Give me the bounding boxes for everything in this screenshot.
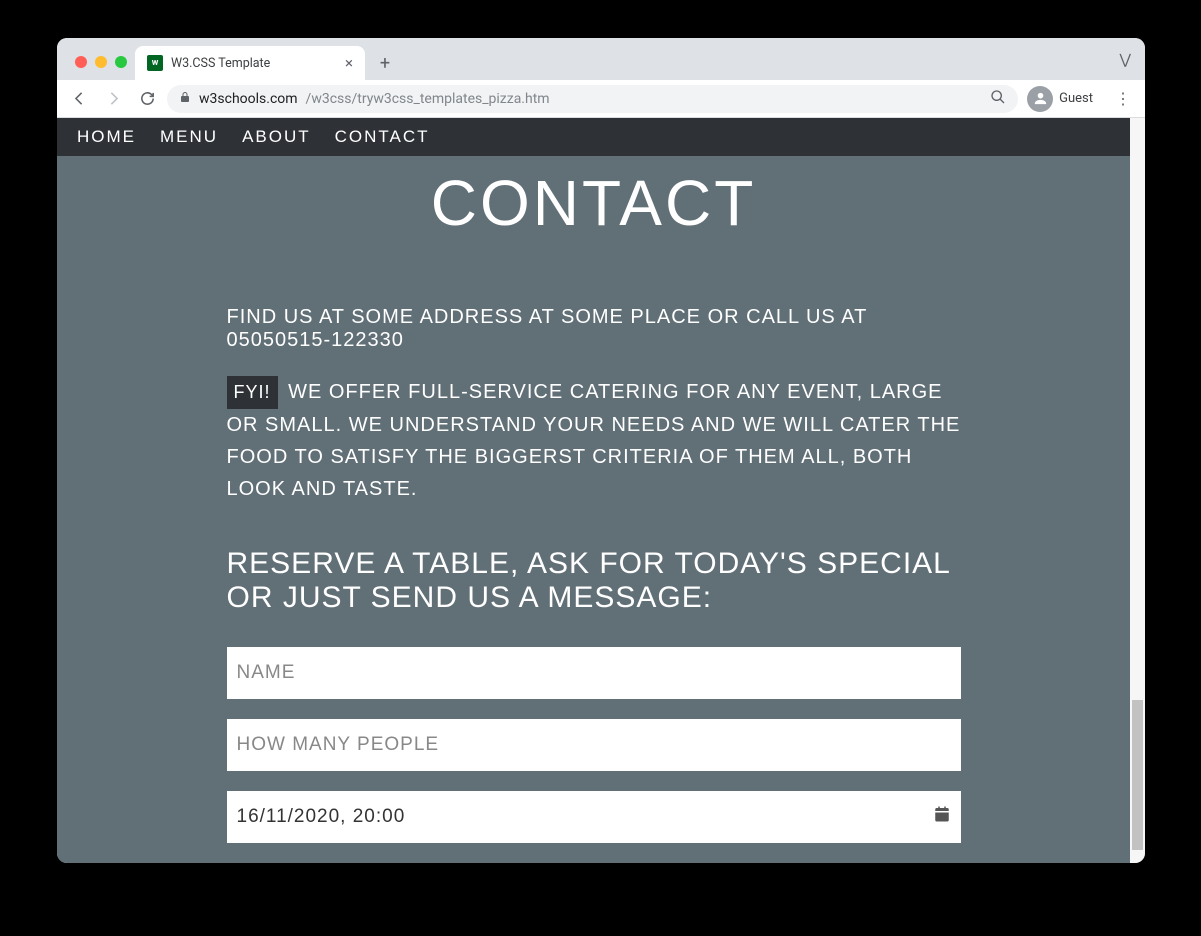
profile-label: Guest (1059, 91, 1093, 106)
avatar-icon (1027, 86, 1053, 112)
window-controls (69, 56, 135, 80)
profile-button[interactable]: Guest (1024, 84, 1103, 114)
browser-menu-button[interactable]: ⋮ (1109, 85, 1137, 113)
nav-about[interactable]: ABOUT (230, 127, 323, 147)
nav-menu[interactable]: MENU (148, 127, 230, 147)
minimize-window-button[interactable] (95, 56, 107, 68)
contact-info-text: Find us at some address at some place or… (227, 306, 961, 352)
url-host: w3schools.com (199, 91, 298, 107)
reserve-heading: Reserve a table, ask for today's special… (227, 547, 961, 615)
browser-window: w W3.CSS Template × + ⋁ w3schools.com/w3… (57, 38, 1145, 863)
calendar-icon (933, 805, 951, 829)
tabs-dropdown-button[interactable]: ⋁ (1120, 52, 1131, 68)
lock-icon (179, 91, 191, 106)
page-viewport: HOME MENU ABOUT CONTACT Contact Find us … (57, 118, 1145, 863)
fyi-badge: FYI! (227, 376, 278, 409)
maximize-window-button[interactable] (115, 56, 127, 68)
site-nav: HOME MENU ABOUT CONTACT (57, 118, 1130, 156)
fyi-text: We offer full-service catering for any e… (227, 381, 961, 500)
tab-title: W3.CSS Template (171, 56, 270, 71)
favicon-icon: w (147, 55, 163, 71)
close-window-button[interactable] (75, 56, 87, 68)
contact-form: 16/11/2020, 20:00 SEND MESSAGE (227, 647, 961, 863)
page-title: Contact (57, 166, 1130, 240)
url-input[interactable]: w3schools.com/w3css/tryw3css_templates_p… (167, 85, 1018, 113)
address-bar: w3schools.com/w3css/tryw3css_templates_p… (57, 80, 1145, 118)
back-button[interactable] (65, 85, 93, 113)
reload-button[interactable] (133, 85, 161, 113)
fyi-paragraph: FYI! We offer full-service catering for … (227, 376, 961, 505)
name-input[interactable] (227, 647, 961, 699)
tab-strip: w W3.CSS Template × + ⋁ (57, 38, 1145, 80)
close-tab-button[interactable]: × (345, 54, 353, 72)
datetime-value: 16/11/2020, 20:00 (237, 806, 406, 828)
datetime-input[interactable]: 16/11/2020, 20:00 (227, 791, 961, 843)
people-input[interactable] (227, 719, 961, 771)
new-tab-button[interactable]: + (371, 49, 399, 77)
vertical-scrollbar[interactable] (1130, 118, 1145, 863)
browser-tab[interactable]: w W3.CSS Template × (135, 46, 365, 80)
page-content: Contact Find us at some address at some … (57, 156, 1130, 863)
scrollbar-thumb[interactable] (1132, 700, 1143, 850)
nav-contact[interactable]: CONTACT (323, 127, 442, 147)
forward-button[interactable] (99, 85, 127, 113)
nav-home[interactable]: HOME (65, 127, 148, 147)
zoom-icon[interactable] (990, 89, 1006, 109)
url-path: /w3css/tryw3css_templates_pizza.htm (306, 91, 550, 107)
